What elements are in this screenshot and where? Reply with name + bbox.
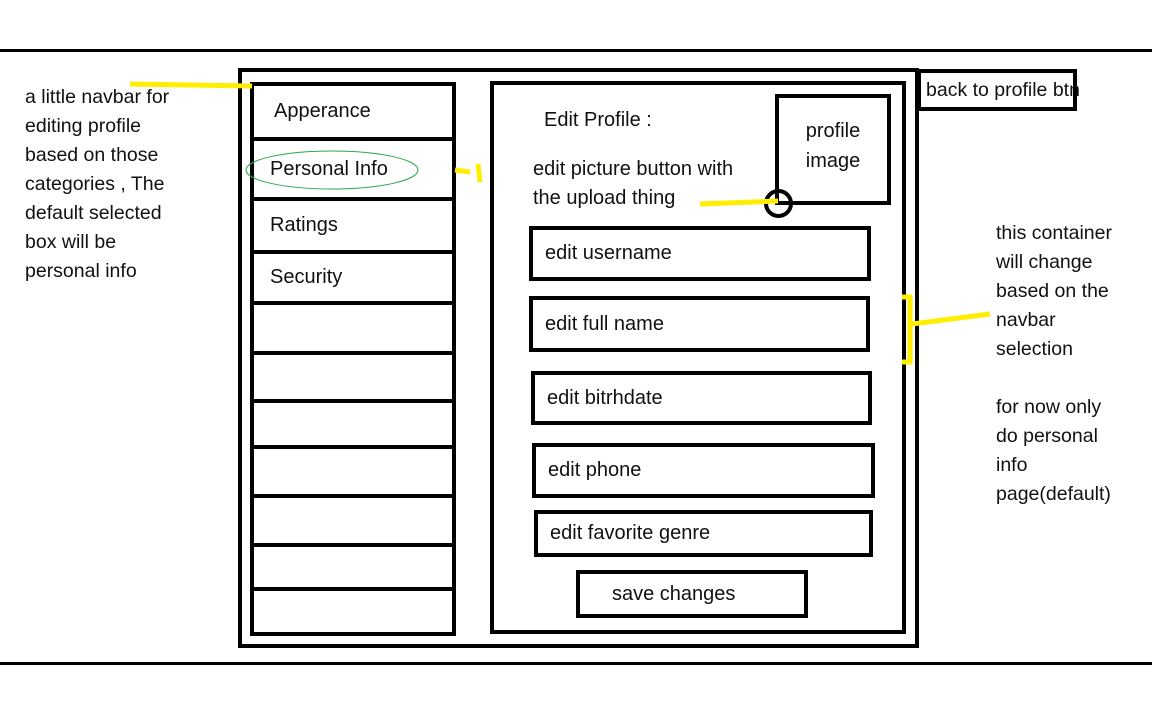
profile-navbar: Apperance Personal Info Ratings Security xyxy=(250,82,456,636)
nav-item-label: Apperance xyxy=(274,100,371,122)
phone-field[interactable]: edit phone xyxy=(532,443,875,498)
field-label: edit bitrhdate xyxy=(547,386,663,409)
nav-item-empty[interactable] xyxy=(254,403,452,449)
favorite-genre-field[interactable]: edit favorite genre xyxy=(534,510,873,557)
nav-item-security[interactable]: Security xyxy=(254,254,452,305)
nav-item-personal-info[interactable]: Personal Info xyxy=(254,141,452,201)
container-annotation: this container will change based on the … xyxy=(996,222,1112,505)
nav-item-empty[interactable] xyxy=(254,449,452,498)
username-field[interactable]: edit username xyxy=(529,226,871,281)
save-changes-button[interactable]: save changes xyxy=(576,570,808,618)
nav-item-appearance[interactable]: Apperance xyxy=(254,86,452,141)
field-label: edit username xyxy=(545,242,672,264)
upload-picture-icon[interactable] xyxy=(764,189,793,218)
nav-item-label: Personal Info xyxy=(270,157,388,180)
button-label: save changes xyxy=(612,582,736,605)
upload-annotation: edit picture button with the upload thin… xyxy=(533,158,734,209)
birthdate-field[interactable]: edit bitrhdate xyxy=(531,371,872,425)
field-label: edit full name xyxy=(545,312,664,335)
nav-item-ratings[interactable]: Ratings xyxy=(254,201,452,254)
full-name-field[interactable]: edit full name xyxy=(529,296,870,352)
top-divider xyxy=(0,49,1152,52)
profile-image: profile image xyxy=(775,94,891,205)
field-label: edit favorite genre xyxy=(550,522,711,544)
edit-profile-title: Edit Profile : xyxy=(544,109,652,131)
nav-item-empty[interactable] xyxy=(254,305,452,355)
bottom-divider xyxy=(0,662,1152,665)
navbar-annotation: a little navbar for editing profile base… xyxy=(25,86,170,282)
nav-item-label: Ratings xyxy=(270,214,338,236)
nav-item-label: Security xyxy=(270,266,343,288)
nav-item-empty[interactable] xyxy=(254,498,452,547)
field-label: edit phone xyxy=(548,459,642,481)
nav-item-empty[interactable] xyxy=(254,355,452,403)
back-to-profile-button[interactable]: back to profile btn xyxy=(917,69,1080,111)
nav-item-empty[interactable] xyxy=(254,547,452,591)
